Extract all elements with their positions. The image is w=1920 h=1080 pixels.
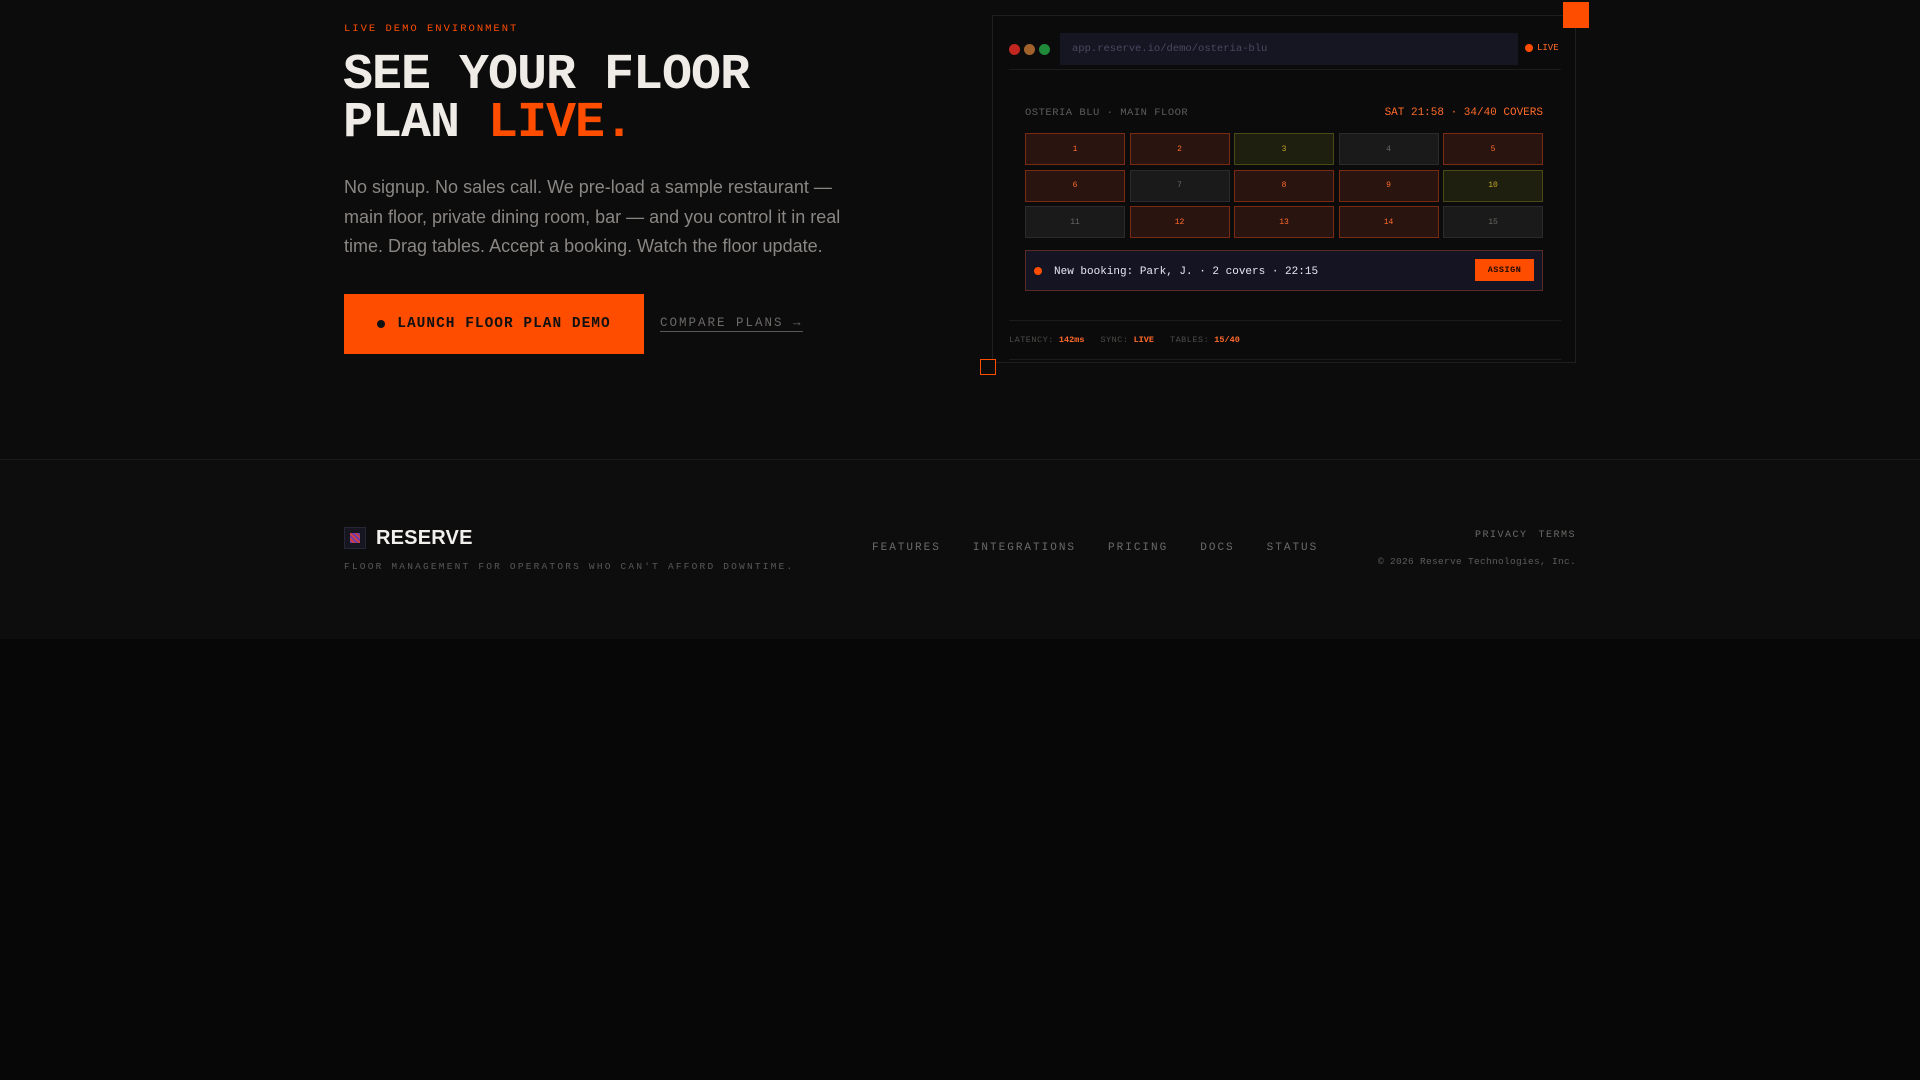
metric-value: LIVE: [1133, 335, 1154, 345]
footer-link-docs[interactable]: DOCS: [1200, 542, 1234, 554]
assign-button[interactable]: ASSIGN: [1475, 259, 1534, 281]
hero-headline: SEE YOUR FLOOR PLAN LIVE.: [343, 51, 903, 149]
terms-link[interactable]: TERMS: [1538, 530, 1576, 541]
hero-eyebrow: LIVE DEMO ENVIRONMENT: [344, 23, 519, 35]
table-tile[interactable]: 15: [1443, 206, 1543, 238]
metric-value: 142ms: [1058, 335, 1085, 345]
minimize-dot-icon: [1024, 44, 1035, 55]
copyright: © 2026 Reserve Technologies, Inc.: [1377, 556, 1576, 567]
footer-link-status[interactable]: STATUS: [1267, 542, 1319, 554]
floor-status: SAT 21:58 · 34/40 COVERS: [1384, 107, 1543, 119]
table-tile[interactable]: 13: [1234, 206, 1334, 238]
metric-label: SYNC:: [1100, 335, 1129, 345]
table-tile[interactable]: 9: [1338, 169, 1439, 202]
table-tile[interactable]: 2: [1129, 133, 1230, 165]
floor-name: OSTERIA BLU · MAIN FLOOR: [1025, 107, 1189, 119]
metric-latency: LATENCY: 142ms: [1009, 335, 1084, 345]
url-bar[interactable]: app.reserve.io/demo/osteria-blu: [1060, 33, 1518, 65]
live-label: LIVE: [1537, 43, 1559, 53]
footer-link-integrations[interactable]: INTEGRATIONS: [973, 542, 1076, 554]
bullet-icon: [377, 320, 386, 328]
privacy-link[interactable]: PRIVACY: [1475, 530, 1528, 541]
table-tile[interactable]: 11: [1025, 206, 1125, 238]
footer-link-features[interactable]: FEATURES: [872, 542, 941, 554]
table-tile[interactable]: 8: [1234, 169, 1334, 202]
table-tile[interactable]: 12: [1129, 206, 1230, 238]
hero-subtitle: No signup. No sales call. We pre-load a …: [344, 177, 841, 256]
reserve-logo-icon[interactable]: [344, 527, 366, 549]
metric-value: 15/40: [1214, 335, 1240, 345]
metric-tables: TABLES: 15/40: [1170, 335, 1240, 345]
table-tile[interactable]: 6: [1025, 169, 1125, 202]
legal-links: PRIVACY TERMS: [1475, 530, 1576, 541]
brand-name[interactable]: RESERVE: [376, 527, 473, 550]
table-tile[interactable]: 3: [1234, 133, 1334, 165]
table-tile[interactable]: 14: [1338, 206, 1439, 238]
table-grid: 1 2 3 4 5 6 7 8 9 10 11 12 13 14 15: [1025, 133, 1543, 238]
footer-link-pricing[interactable]: PRICING: [1108, 542, 1168, 554]
table-tile[interactable]: 1: [1025, 133, 1125, 165]
table-tile[interactable]: 4: [1338, 133, 1439, 165]
live-indicator: LIVE: [1525, 43, 1559, 53]
corner-accent-square: [1563, 2, 1589, 28]
metric-label: TABLES:: [1169, 335, 1210, 345]
launch-demo-label: LAUNCH FLOOR PLAN DEMO: [397, 316, 611, 332]
maximize-dot-icon: [1039, 44, 1050, 55]
demo-panel: app.reserve.io/demo/osteria-blu LIVE OST…: [992, 15, 1576, 363]
corner-outline-square: [980, 359, 996, 375]
headline-line-2: PLAN: [343, 95, 489, 152]
table-tile[interactable]: 7: [1129, 169, 1230, 202]
hero-section: LIVE DEMO ENVIRONMENT SEE YOUR FLOOR PLA…: [0, 0, 1920, 459]
compare-plans-link[interactable]: COMPARE PLANS →: [660, 316, 803, 332]
live-dot-icon: [1525, 44, 1533, 52]
table-tile[interactable]: 5: [1443, 133, 1543, 165]
metrics-bar: LATENCY: 142ms SYNC: LIVE TABLES: 15/40: [1009, 320, 1561, 360]
booking-notification: New booking: Park, J. · 2 covers · 22:15…: [1025, 250, 1543, 291]
table-tile[interactable]: 10: [1443, 169, 1543, 202]
booking-dot-icon: [1034, 267, 1042, 275]
booking-text: New booking: Park, J. · 2 covers · 22:15: [1054, 266, 1319, 278]
metric-label: LATENCY:: [1009, 335, 1054, 345]
headline-accent: LIVE.: [488, 95, 634, 152]
footer: RESERVE FLOOR MANAGEMENT FOR OPERATORS W…: [0, 460, 1920, 639]
metric-sync: SYNC: LIVE: [1100, 335, 1154, 345]
brand-tagline: FLOOR MANAGEMENT FOR OPERATORS WHO CAN'T…: [344, 561, 795, 572]
close-dot-icon: [1009, 44, 1020, 55]
launch-demo-button[interactable]: LAUNCH FLOOR PLAN DEMO: [344, 294, 644, 354]
footer-nav: FEATURES INTEGRATIONS PRICING DOCS STATU…: [872, 542, 1318, 554]
